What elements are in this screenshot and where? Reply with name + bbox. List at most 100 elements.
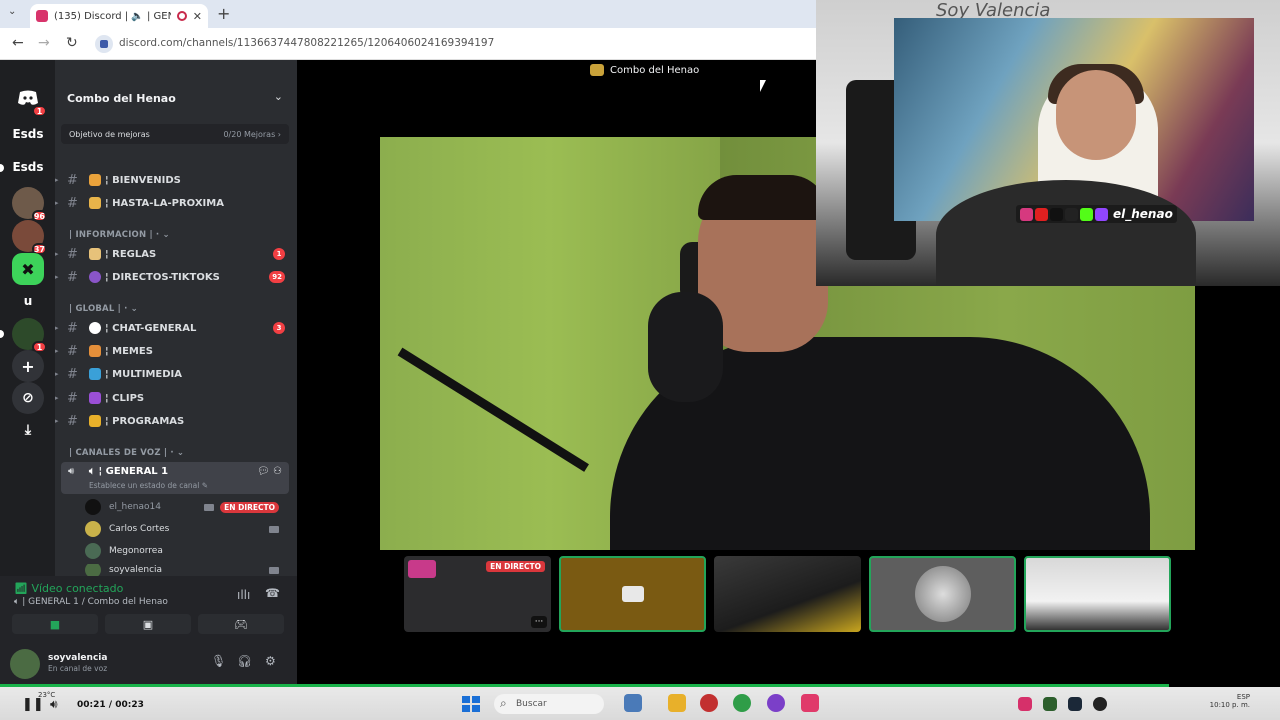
microphone — [648, 292, 723, 402]
boost-goal-bar[interactable]: Objetivo de mejoras 0/20 Mejoras › — [61, 124, 289, 144]
channel-memes[interactable]: ▸ # ¦ MEMES — [55, 341, 297, 361]
video-camera-icon — [621, 586, 644, 602]
channel-name: BIENVENIDS — [112, 174, 181, 186]
thumb-camera-off[interactable] — [559, 556, 706, 632]
chrome-icon[interactable] — [733, 694, 751, 712]
voice-user-name: Megonorrea — [109, 546, 163, 556]
server-avatar-4[interactable]: 1 — [12, 318, 47, 353]
tray-icon[interactable] — [1043, 697, 1057, 711]
user-name: soyvalencia — [48, 653, 108, 663]
channel-multimedia[interactable]: ▸ # ¦ MULTIMEDIA — [55, 364, 297, 384]
chat-icon[interactable]: 💬︎ — [257, 466, 270, 477]
discord-home-icon[interactable]: 1 — [12, 82, 47, 117]
noise-suppression-icon[interactable]: ıllı — [237, 588, 250, 602]
speaker-icon: 🔊︎ — [68, 466, 75, 477]
monitor-icon — [89, 368, 101, 380]
camera-button[interactable]: ■ — [12, 614, 98, 634]
tray-clock: 10:10 p. m. — [1209, 701, 1250, 709]
tray-icon[interactable] — [1093, 697, 1107, 711]
taskbar-app-icon[interactable] — [767, 694, 785, 712]
hash-icon: # — [67, 320, 78, 336]
chevron-down-icon[interactable]: ⌄ — [274, 90, 283, 103]
stage-header: Combo del Henao — [590, 64, 699, 76]
microphone-icon[interactable]: 🎙︎ — [211, 654, 226, 668]
channel-directos-tiktoks[interactable]: ▸ # ¦ DIRECTOS-TIKTOKS 92 — [55, 267, 297, 287]
caret-icon: ▸ — [55, 250, 59, 258]
site-info-icon[interactable] — [95, 35, 113, 53]
channel-status[interactable]: Establece un estado de canal ✎ — [89, 481, 208, 490]
gear-icon[interactable]: ⚙ — [265, 654, 276, 668]
forward-icon[interactable]: → — [38, 35, 50, 51]
server-esds-1[interactable]: Esds — [12, 118, 44, 150]
new-tab-button[interactable]: + — [217, 4, 230, 23]
system-tray[interactable]: ESP 10:10 p. m. — [1210, 693, 1250, 709]
explore-icon[interactable]: ⊘ — [12, 382, 44, 414]
tray-icon[interactable] — [1018, 697, 1032, 711]
taskbar-app-icon[interactable] — [624, 694, 642, 712]
channel-programas[interactable]: ▸ # ¦ PROGRAMAS — [55, 411, 297, 431]
screen-share-button[interactable]: ▣ — [105, 614, 191, 634]
recording-icon — [176, 11, 187, 21]
file-explorer-icon[interactable] — [668, 694, 686, 712]
url-field[interactable]: discord.com/channels/1136637447808221265… — [119, 37, 494, 49]
thumb-webcam[interactable] — [1024, 556, 1171, 632]
add-member-icon[interactable]: ⚇ — [273, 466, 282, 477]
scroll-icon — [89, 248, 101, 260]
activity-button[interactable]: 🎮︎ — [198, 614, 284, 634]
server-avatar-2[interactable]: 37 — [12, 220, 47, 255]
explore-glyph: ⊘ — [22, 390, 34, 406]
taskbar-search[interactable]: Buscar — [494, 694, 604, 714]
category-canales-de-voz[interactable]: | CANALES DE VOZ | · ⌄ — [69, 448, 184, 458]
headphones-icon[interactable]: 🎧︎ — [237, 654, 252, 668]
avatar[interactable] — [10, 649, 40, 679]
channel-bienvenids[interactable]: ▸ # ¦ BIENVENIDS — [55, 170, 297, 190]
more-options-icon[interactable]: ··· — [531, 616, 547, 628]
browser-tabbar: ⌄ (135) Discord | 🔈 | GENERAL ✕ + — [0, 0, 816, 28]
channel-reglas[interactable]: ▸ # ¦ REGLAS 1 — [55, 244, 297, 264]
voice-user[interactable]: el_henao14 EN DIRECTO — [85, 498, 285, 516]
server-avatar-1[interactable]: 96 — [12, 187, 47, 222]
steam-icon[interactable] — [1068, 697, 1082, 711]
disconnect-icon[interactable]: ☎ — [265, 586, 280, 600]
server-esds-2[interactable]: Esds — [12, 151, 44, 183]
voice-user[interactable]: Megonorrea — [85, 542, 285, 560]
channel-chat-general[interactable]: ▸ # ¦ CHAT-GENERAL 3 — [55, 318, 297, 338]
caret-icon: ▸ — [55, 347, 59, 355]
voice-user[interactable]: Carlos Cortes — [85, 520, 285, 538]
windows-start-icon[interactable] — [462, 696, 480, 712]
back-icon[interactable]: ← — [12, 35, 24, 51]
download-icon[interactable]: ⤓ — [12, 414, 44, 446]
channel-name: CHAT-GENERAL — [112, 322, 197, 334]
tab-close-icon[interactable]: ✕ — [193, 10, 202, 23]
caret-icon: ▸ — [55, 176, 59, 184]
emoji-icon — [89, 174, 101, 186]
tiktok-app-icon[interactable] — [801, 694, 819, 712]
video-camera-icon: ■ — [49, 617, 61, 631]
channel-clips[interactable]: ▸ # ¦ CLIPS — [55, 388, 297, 408]
taskbar-app-icon[interactable] — [700, 694, 718, 712]
user-status: En canal de voz — [48, 664, 108, 673]
webcam-second-person — [936, 180, 1196, 286]
channel-hasta-la-proxima[interactable]: ▸ # ¦ HASTA-LA-PROXIMA — [55, 193, 297, 213]
server-u[interactable]: u — [12, 285, 44, 317]
tab-list-icon[interactable]: ⌄ — [8, 6, 16, 17]
caret-icon: ▸ — [55, 370, 59, 378]
volume-icon[interactable]: 🔊︎ — [50, 697, 58, 712]
pause-icon[interactable]: ❚❚ — [22, 697, 44, 712]
voice-user[interactable]: soyvalencia — [85, 564, 285, 576]
thumb-avatar[interactable] — [869, 556, 1016, 632]
category-informacion[interactable]: | INFORMACION | · ⌄ — [69, 230, 170, 240]
thumb-participant[interactable] — [714, 556, 861, 632]
reload-icon[interactable]: ↻ — [66, 35, 78, 51]
thumb-stream-live[interactable]: EN DIRECTO ··· — [404, 556, 551, 632]
voice-channel-link[interactable]: 🔈︎ | GENERAL 1 / Combo del Henao — [14, 597, 168, 607]
channel-label: ¦ MULTIMEDIA — [105, 368, 183, 380]
category-global[interactable]: | GLOBAL | · ⌄ — [69, 304, 138, 314]
channel-label: ¦ PROGRAMAS — [105, 415, 185, 427]
browser-tab[interactable]: (135) Discord | 🔈 | GENERAL ✕ — [30, 4, 208, 28]
user-panel: soyvalencia En canal de voz 🎙︎ 🎧︎ ⚙ — [0, 640, 297, 685]
voice-channel-general-1[interactable]: 🔊︎ 🔈︎ ¦ GENERAL 1 Establece un estado de… — [61, 462, 289, 494]
avatar — [85, 499, 101, 515]
add-server-icon[interactable]: + — [12, 350, 44, 382]
server-avatar-3[interactable]: ✖ — [12, 253, 44, 285]
